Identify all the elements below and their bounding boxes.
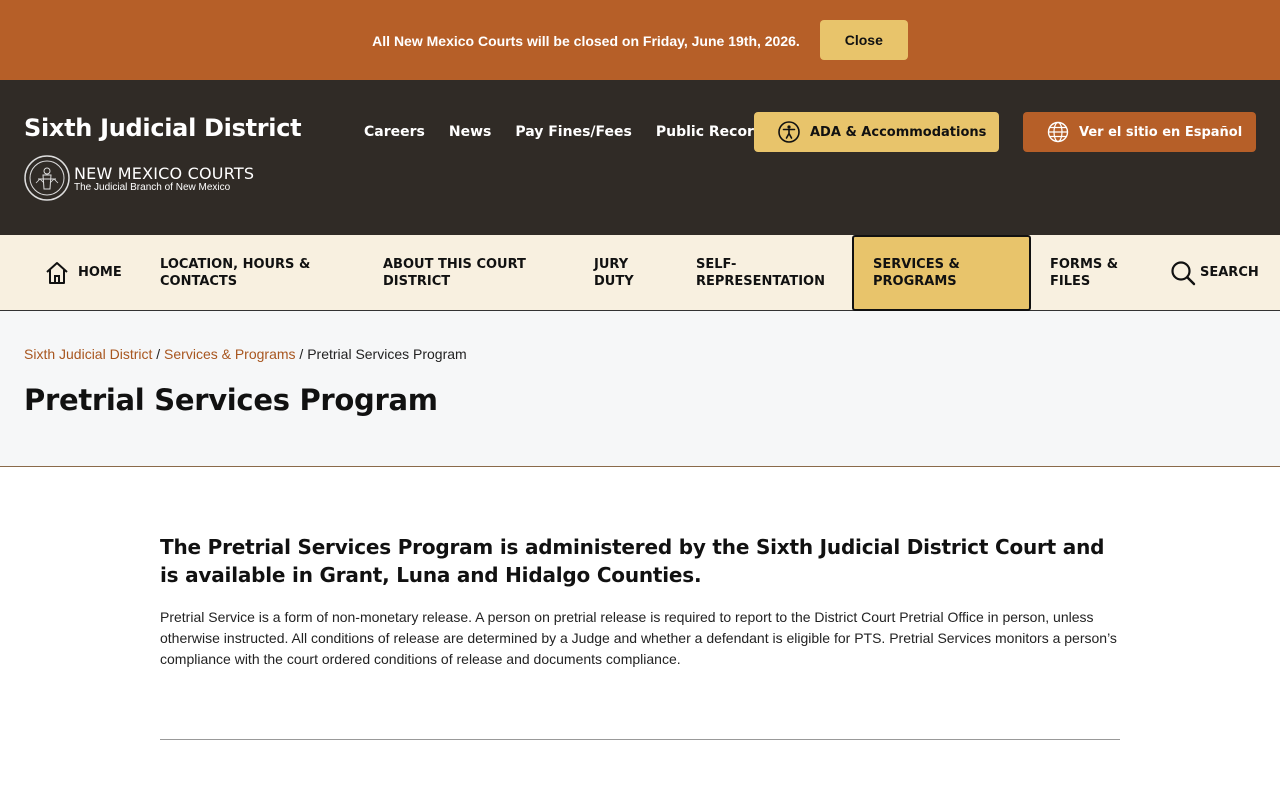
nav-location-hours-contacts[interactable]: LOCATION, HOURS & CONTACTS <box>160 235 340 310</box>
breadcrumb-parent-link[interactable]: Services & Programs <box>164 346 295 362</box>
court-seal-icon <box>24 155 70 201</box>
alert-message: All New Mexico Courts will be closed on … <box>372 32 800 49</box>
nav-home-label: HOME <box>78 265 122 280</box>
page-title: Pretrial Services Program <box>24 383 438 417</box>
nav-self-representation[interactable]: SELF-REPRESENTATION <box>696 235 846 310</box>
nav-jury-duty[interactable]: JURY DUTY <box>594 235 654 310</box>
nav-forms-files[interactable]: FORMS & FILES <box>1050 235 1140 310</box>
breadcrumb-separator: / <box>156 346 161 362</box>
globe-icon <box>1047 121 1069 143</box>
brand-tagline: The Judicial Branch of New Mexico <box>74 182 231 193</box>
site-title[interactable]: Sixth Judicial District <box>24 114 302 142</box>
accessibility-icon <box>778 121 800 143</box>
home-icon <box>46 261 68 284</box>
utility-link-news[interactable]: News <box>449 124 491 140</box>
breadcrumb: Sixth Judicial District / Services & Pro… <box>24 346 467 362</box>
breadcrumb-separator: / <box>299 346 304 362</box>
brand-name: NEW MEXICO COURTS <box>74 164 255 183</box>
search-icon <box>1171 260 1196 285</box>
nav-home[interactable]: HOME <box>44 235 122 310</box>
spanish-site-button[interactable]: Ver el sitio en Español <box>1023 112 1256 152</box>
ada-accommodations-button[interactable]: ADA & Accommodations <box>754 112 999 152</box>
nav-search[interactable]: SEARCH <box>1170 235 1259 310</box>
alert-close-button[interactable]: Close <box>819 20 908 60</box>
lead-heading: The Pretrial Services Program is adminis… <box>160 535 1105 587</box>
site-header: Sixth Judicial District NEW MEXICO COURT… <box>0 80 1280 235</box>
utility-link-pay-fines[interactable]: Pay Fines/Fees <box>515 124 632 140</box>
main-nav: HOME LOCATION, HOURS & CONTACTS ABOUT TH… <box>0 235 1280 311</box>
ada-label: ADA & Accommodations <box>810 124 987 140</box>
nav-search-label: SEARCH <box>1200 265 1259 280</box>
alert-banner: All New Mexico Courts will be closed on … <box>0 0 1280 80</box>
breadcrumb-current: Pretrial Services Program <box>307 346 467 362</box>
breadcrumb-home-link[interactable]: Sixth Judicial District <box>24 346 152 362</box>
utility-link-careers[interactable]: Careers <box>364 124 425 140</box>
nav-services-programs[interactable]: SERVICES & PROGRAMS <box>852 235 1031 311</box>
nm-courts-brand[interactable]: NEW MEXICO COURTS The Judicial Branch of… <box>24 155 254 201</box>
spanish-label: Ver el sitio en Español <box>1079 124 1243 140</box>
utility-nav: Careers News Pay Fines/Fees Public Recor… <box>364 124 772 140</box>
main-content: The Pretrial Services Program is adminis… <box>160 533 1120 670</box>
content-divider <box>160 739 1120 740</box>
page-header: Sixth Judicial District / Services & Pro… <box>0 311 1280 467</box>
nav-about-court-district[interactable]: ABOUT THIS COURT DISTRICT <box>383 235 563 310</box>
body-paragraph: Pretrial Service is a form of non-moneta… <box>160 609 1117 667</box>
